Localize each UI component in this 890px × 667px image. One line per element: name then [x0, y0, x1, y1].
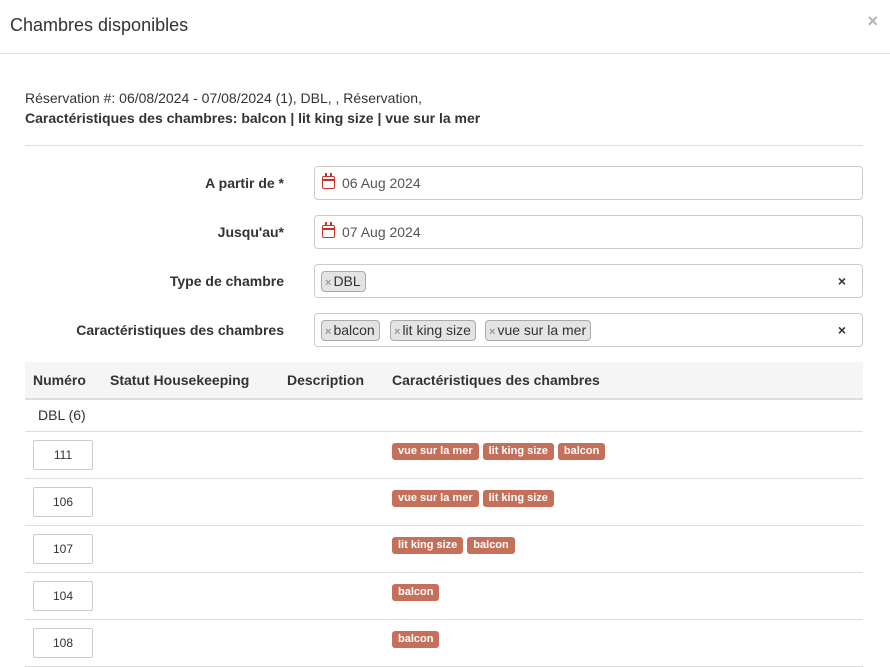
features-label: Caractéristiques des chambres [76, 322, 284, 338]
calendar-icon [322, 222, 335, 238]
to-date-value: 07 Aug 2024 [342, 224, 421, 240]
room-type-select[interactable]: × DBL × [314, 264, 863, 298]
chip-remove-icon[interactable]: × [394, 326, 400, 338]
group-row: DBL (6) [25, 400, 863, 432]
table-row: 106 vue sur la mer lit king size [25, 479, 863, 526]
chip-label: balcon [333, 322, 375, 338]
column-header[interactable]: Statut Housekeeping [110, 362, 249, 399]
column-header[interactable]: Caractéristiques des chambres [392, 362, 600, 399]
room-features: vue sur la mer lit king size balcon [392, 443, 606, 460]
column-header[interactable]: Numéro [33, 362, 86, 399]
reservation-info: Réservation #: 06/08/2024 - 07/08/2024 (… [25, 88, 480, 128]
room-number-button[interactable]: 104 [33, 581, 93, 611]
table-header: Numéro Statut Housekeeping Description C… [25, 362, 863, 400]
table-row: 107 lit king size balcon [25, 526, 863, 573]
table-row: 111 vue sur la mer lit king size balcon [25, 432, 863, 479]
feature-label: lit king size [392, 537, 464, 554]
calendar-icon [322, 173, 335, 189]
feature-label: lit king size [482, 443, 554, 460]
table-row: 108 balcon [25, 620, 863, 667]
feature-chip: × lit king size [390, 320, 476, 341]
room-features: vue sur la mer lit king size [392, 490, 554, 507]
chip-label: DBL [333, 273, 361, 289]
from-date-field[interactable]: 06 Aug 2024 [314, 166, 863, 200]
features-row: Caractéristiques des chambres × balcon × l… [25, 313, 863, 347]
feature-label: lit king size [482, 490, 554, 507]
feature-label: balcon [467, 537, 515, 554]
feature-label: balcon [392, 584, 440, 601]
chip-remove-icon[interactable]: × [489, 326, 495, 338]
room-features: balcon [392, 584, 440, 601]
modal-header: Chambres disponibles × [0, 0, 890, 54]
to-date-row: Jusqu'au* 07 Aug 2024 [25, 215, 863, 249]
room-number-button[interactable]: 107 [33, 534, 93, 564]
room-features: lit king size balcon [392, 537, 515, 554]
from-date-row: A partir de * 06 Aug 2024 [25, 166, 863, 200]
feature-label: vue sur la mer [392, 443, 479, 460]
to-date-field[interactable]: 07 Aug 2024 [314, 215, 863, 249]
feature-label: vue sur la mer [392, 490, 479, 507]
feature-chip: × vue sur la mer [485, 320, 592, 341]
room-number-button[interactable]: 108 [33, 628, 93, 658]
feature-label: balcon [392, 631, 440, 648]
to-date-label: Jusqu'au* [217, 224, 284, 240]
column-header[interactable]: Description [287, 362, 364, 399]
features-select[interactable]: × balcon × lit king size × vue sur la mer × [314, 313, 863, 347]
clear-icon[interactable]: × [838, 314, 846, 346]
chip-label: lit king size [402, 322, 471, 338]
chip-remove-icon[interactable]: × [325, 326, 331, 338]
group-label: DBL (6) [38, 407, 86, 423]
from-date-label: A partir de * [205, 175, 284, 191]
divider [25, 145, 863, 146]
room-features: balcon [392, 631, 440, 648]
room-number-button[interactable]: 111 [33, 440, 93, 470]
requested-features: Caractéristiques des chambres: balcon | … [25, 110, 481, 126]
room-number-button[interactable]: 106 [33, 487, 93, 517]
modal-title: Chambres disponibles [10, 15, 189, 35]
close-icon[interactable]: × [867, 12, 878, 30]
room-type-row: Type de chambre × DBL × [25, 264, 863, 298]
from-date-value: 06 Aug 2024 [342, 175, 421, 191]
table-row: 104 balcon [25, 573, 863, 620]
feature-chip: × balcon [321, 320, 380, 341]
chip-remove-icon[interactable]: × [325, 277, 331, 289]
room-type-label: Type de chambre [169, 273, 284, 289]
clear-icon[interactable]: × [838, 265, 846, 297]
feature-label: balcon [557, 443, 606, 460]
room-type-chip: × DBL [321, 271, 366, 292]
reservation-summary: Réservation #: 06/08/2024 - 07/08/2024 (… [25, 90, 422, 106]
chip-label: vue sur la mer [497, 322, 587, 338]
